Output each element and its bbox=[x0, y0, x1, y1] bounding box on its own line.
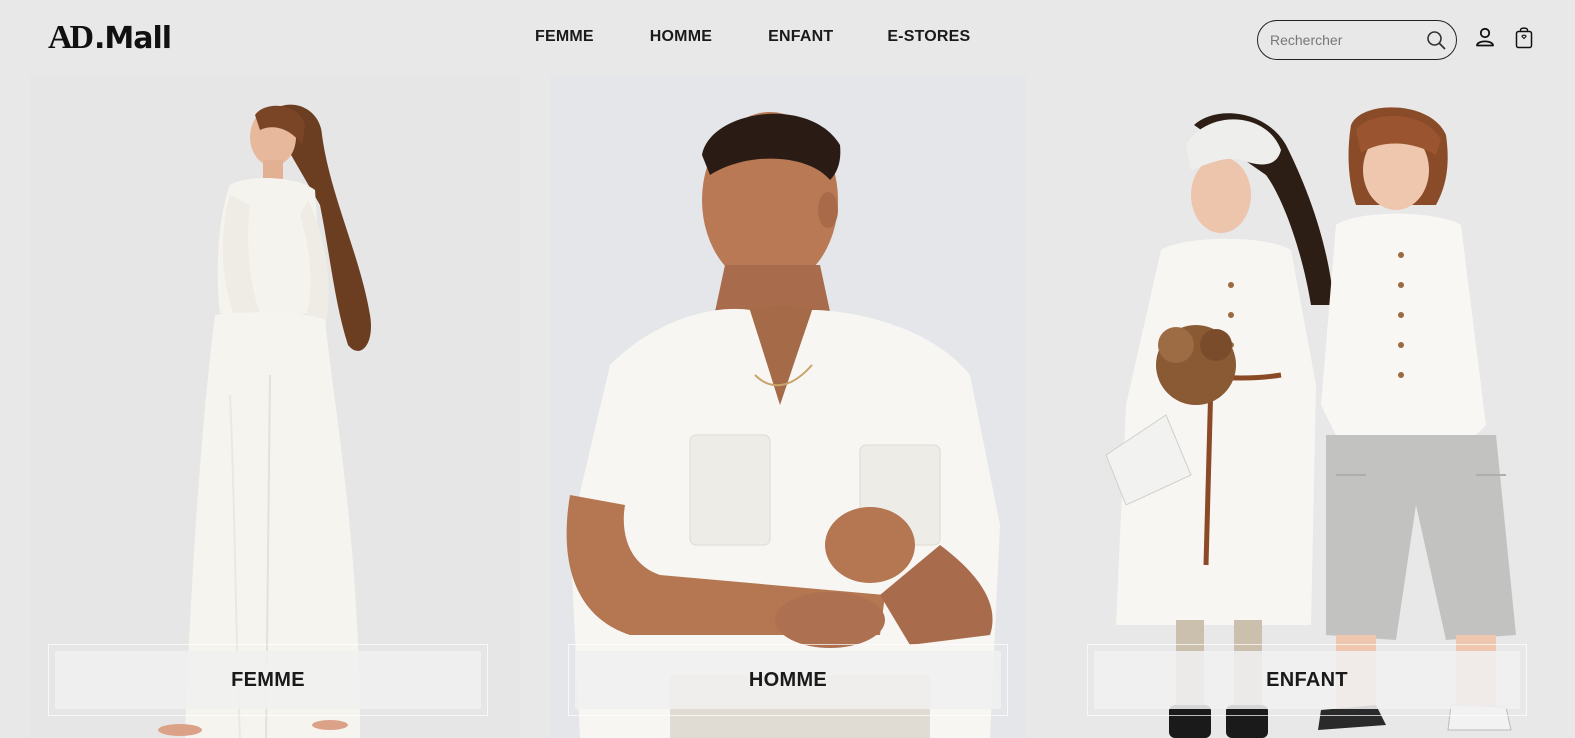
user-icon[interactable] bbox=[1474, 26, 1496, 48]
search-input[interactable] bbox=[1270, 32, 1420, 48]
nav-item-enfant[interactable]: ENFANT bbox=[768, 28, 833, 46]
shopping-bag-icon[interactable] bbox=[1514, 25, 1534, 49]
logo-mall: .Mall bbox=[94, 21, 171, 54]
nav-item-homme[interactable]: HOMME bbox=[650, 28, 712, 46]
femme-model-image bbox=[158, 104, 371, 738]
category-panel-femme[interactable] bbox=[30, 75, 520, 738]
search-icon[interactable] bbox=[1426, 30, 1446, 50]
category-panel-enfant[interactable] bbox=[1066, 75, 1556, 738]
category-button-enfant[interactable]: ENFANT bbox=[1087, 644, 1527, 716]
brand-logo[interactable]: AD .Mall bbox=[48, 18, 188, 63]
homme-model-image bbox=[566, 112, 1000, 738]
nav-item-femme[interactable]: FEMME bbox=[535, 28, 594, 46]
brand-logo-mark: AD .Mall bbox=[48, 19, 172, 56]
site-header: AD .Mall FEMME HOMME ENFANT E-STORES bbox=[0, 0, 1575, 78]
category-button-femme[interactable]: FEMME bbox=[48, 644, 488, 716]
nav-item-e-stores[interactable]: E-STORES bbox=[887, 28, 970, 46]
category-button-homme[interactable]: HOMME bbox=[568, 644, 1008, 716]
enfant-models-image bbox=[1105, 107, 1516, 738]
category-panel-homme[interactable] bbox=[550, 75, 1026, 738]
logo-ad: AD bbox=[48, 19, 93, 54]
main-nav: FEMME HOMME ENFANT E-STORES bbox=[535, 28, 970, 46]
search-box bbox=[1257, 20, 1457, 60]
